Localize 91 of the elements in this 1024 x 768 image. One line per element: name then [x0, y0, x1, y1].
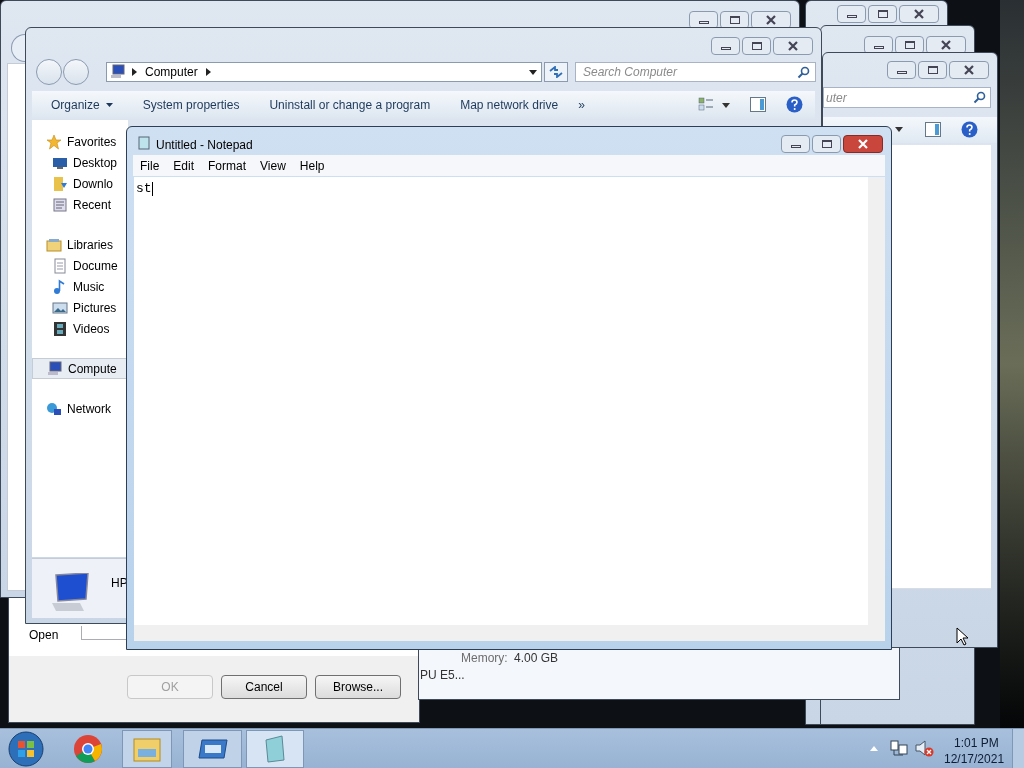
window-icon	[197, 738, 228, 760]
close-button[interactable]	[949, 61, 989, 79]
start-button[interactable]	[8, 731, 44, 767]
preview-pane-icon[interactable]	[925, 122, 941, 137]
menu-item[interactable]: Edit	[173, 156, 195, 175]
nav-item[interactable]: Favorites	[32, 131, 128, 152]
close-icon	[913, 9, 925, 19]
clock-time[interactable]: 1:01 PM	[954, 734, 999, 752]
toolbar-button[interactable]: Map network drive	[460, 96, 559, 114]
image-icon	[52, 299, 68, 316]
toolbar-button[interactable]: Organize	[51, 96, 113, 114]
minimize-button[interactable]	[781, 135, 810, 153]
network-icon	[46, 400, 62, 417]
nav-item[interactable]: Docume	[32, 255, 128, 276]
help-icon[interactable]	[961, 121, 978, 138]
nav-item[interactable]: Music	[32, 276, 128, 297]
browser-icon[interactable]	[73, 734, 103, 764]
text-area[interactable]: st	[134, 177, 868, 625]
maximize-button[interactable]	[742, 37, 771, 55]
nav-item[interactable]: Desktop	[32, 152, 128, 173]
chevron-right-icon[interactable]	[132, 68, 137, 76]
nav-item[interactable]: Pictures	[32, 297, 128, 318]
chevron-right-icon[interactable]	[205, 68, 211, 76]
computer-icon	[47, 360, 63, 377]
open-field[interactable]	[81, 626, 127, 640]
toolbar-button[interactable]: System properties	[142, 96, 240, 114]
cursor-icon	[956, 627, 969, 646]
nav-item[interactable]: Recent	[32, 194, 128, 215]
computer-icon	[110, 64, 126, 80]
caret-icon[interactable]	[895, 127, 903, 132]
taskbar-button[interactable]	[183, 730, 242, 768]
minimize-button[interactable]	[711, 37, 740, 55]
menu-item[interactable]: View	[260, 156, 286, 175]
processor-text: PU E5...	[420, 667, 465, 684]
nav-item[interactable]: Downlo	[32, 173, 128, 194]
search-icon	[973, 91, 986, 104]
maximize-button[interactable]	[868, 5, 897, 23]
document-list-icon	[52, 196, 68, 213]
menu-item[interactable]: Format	[208, 156, 247, 175]
menu-item[interactable]: Help	[299, 156, 325, 175]
preview-pane-icon[interactable]	[750, 97, 766, 112]
notepad-icon	[137, 136, 151, 150]
maximize-button[interactable]	[918, 61, 947, 79]
search-field[interactable]: Search Computer	[575, 62, 816, 82]
nav-item[interactable]: Libraries	[32, 234, 128, 255]
close-button[interactable]	[843, 135, 883, 153]
document-icon	[52, 257, 68, 274]
film-icon	[52, 320, 68, 337]
breadcrumb-item[interactable]: Computer	[145, 63, 198, 81]
close-icon	[857, 139, 869, 149]
refresh-button[interactable]	[544, 62, 568, 82]
maximize-button[interactable]	[812, 135, 841, 153]
dialog-button[interactable]: Cancel	[221, 675, 307, 699]
folder-download-icon	[52, 175, 68, 192]
vertical-scrollbar[interactable]	[868, 177, 885, 625]
notepad-icon	[262, 734, 288, 764]
memory-label: Memory:	[461, 650, 508, 667]
minimize-button[interactable]	[887, 61, 916, 79]
star-icon	[46, 133, 62, 150]
view-icon[interactable]	[698, 97, 714, 112]
folder-icon	[46, 236, 62, 253]
search-icon	[797, 65, 810, 79]
clock-date[interactable]: 12/17/2021	[944, 750, 1005, 768]
open-label: Open	[29, 627, 59, 644]
toolbar-button[interactable]: Uninstall or change a program	[269, 96, 431, 114]
nav-item[interactable]: Network	[32, 398, 128, 419]
caret-icon[interactable]	[722, 103, 730, 108]
muted-speaker-icon[interactable]	[915, 740, 934, 757]
help-icon[interactable]	[786, 96, 803, 113]
network-icon[interactable]	[890, 740, 908, 757]
dialog-button[interactable]: Browse...	[315, 675, 401, 699]
more-button[interactable]: »	[578, 96, 585, 114]
window-title: Untitled - Notepad	[156, 137, 253, 154]
minimize-button[interactable]	[837, 5, 866, 23]
refresh-icon	[549, 66, 563, 78]
close-icon	[940, 40, 952, 50]
close-button[interactable]	[773, 37, 813, 55]
close-button[interactable]	[899, 5, 939, 23]
document-text: st	[136, 181, 152, 196]
address-bar[interactable]: Computer	[106, 62, 542, 82]
folder-icon	[132, 735, 162, 763]
horizontal-scrollbar[interactable]	[134, 625, 885, 641]
search-field[interactable]: uter	[823, 87, 991, 108]
nav-item[interactable]: Compute	[32, 358, 128, 379]
nav-item[interactable]: Videos	[32, 318, 128, 339]
close-icon	[963, 65, 975, 75]
memory-value: 4.00 GB	[514, 650, 559, 667]
dropdown-icon[interactable]	[529, 69, 537, 75]
close-icon	[765, 15, 777, 25]
menu-item[interactable]: File	[140, 156, 160, 175]
close-icon	[787, 41, 799, 51]
